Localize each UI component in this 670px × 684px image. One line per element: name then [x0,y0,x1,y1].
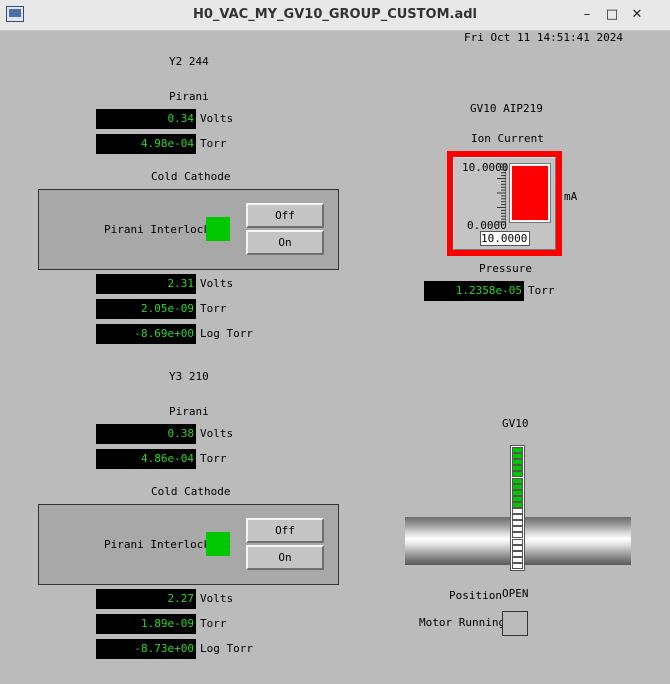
y2-pirani-label: Pirani [169,90,209,103]
ion-current-bar [512,166,548,220]
y2-interlock-panel: Pirani Interlock Off On [38,189,339,270]
y3-pirani-torr-readback: 4.86e-04 [96,449,196,469]
aip-pressure-unit: Torr [528,284,555,297]
ion-current-value-field: 10.0000 [480,231,530,246]
close-button[interactable]: ✕ [628,6,646,24]
y3-pirani-label: Pirani [169,405,209,418]
maximize-button[interactable]: □ [603,6,621,24]
position-value: OPEN [502,587,529,600]
ion-current-meter: 10.0000 0.0000 10.0000 [447,151,562,256]
y2-cold-cathode-label: Cold Cathode [151,170,231,183]
datetime-label: Fri Oct 11 14:51:41 2024 [464,31,623,44]
y2-cc-torr-readback: 2.05e-09 [96,299,196,319]
y3-pirani-volts-unit: Volts [200,427,234,440]
gate-valve-segment [512,562,523,569]
y3-interlock-off-button[interactable]: Off [246,518,324,543]
y3-cc-volts-unit: Volts [200,592,234,605]
y3-cc-torr-unit: Torr [200,617,227,630]
y2-interlock-label: Pirani Interlock [104,223,210,236]
ion-current-label: Ion Current [471,132,544,145]
ion-current-unit: mA [564,190,578,203]
title-bar: H0_VAC_MY_GV10_GROUP_CUSTOM.adl – □ ✕ [0,0,670,31]
y3-interlock-label: Pirani Interlock [104,538,210,551]
ion-current-meter-body: 10.0000 0.0000 10.0000 [453,157,556,250]
y2-pirani-volts-unit: Volts [200,112,234,125]
y3-interlock-indicator [206,532,230,556]
ion-current-bar-trough [509,163,551,223]
y3-interlock-panel: Pirani Interlock Off On [38,504,339,585]
y2-cc-logtorr-readback: -8.69e+00 [96,324,196,344]
aip-title: GV10 AIP219 [470,102,543,115]
y2-cc-volts-unit: Volts [200,277,234,290]
motor-running-indicator [502,611,528,636]
y2-pirani-torr-unit: Torr [200,137,227,150]
y2-pirani-torr-readback: 4.98e-04 [96,134,196,154]
y2-cc-torr-unit: Torr [200,302,227,315]
y2-cc-logtorr-unit: Log Torr [200,327,253,340]
position-label: Position [449,589,502,602]
y2-interlock-indicator [206,217,230,241]
y3-interlock-on-button[interactable]: On [246,545,324,570]
y3-cc-logtorr-unit: Log Torr [200,642,253,655]
y3-title: Y3 210 [169,370,209,383]
window-title: H0_VAC_MY_GV10_GROUP_CUSTOM.adl [193,7,477,22]
minimize-button[interactable]: – [578,6,596,24]
motor-running-label: Motor Running [419,616,506,629]
y3-cc-volts-readback: 2.27 [96,589,196,609]
display-canvas: Fri Oct 11 14:51:41 2024 Y2 244 Pirani 0… [4,31,666,680]
y2-title: Y2 244 [169,55,209,68]
y3-pirani-volts-readback: 0.38 [96,424,196,444]
y3-pirani-torr-unit: Torr [200,452,227,465]
gate-valve-position-stack [510,445,525,571]
y2-cc-volts-readback: 2.31 [96,274,196,294]
y2-interlock-on-button[interactable]: On [246,230,324,255]
y3-cc-torr-readback: 1.89e-09 [96,614,196,634]
y2-interlock-off-button[interactable]: Off [246,203,324,228]
y3-cold-cathode-label: Cold Cathode [151,485,231,498]
aip-pressure-readback: 1.2358e-05 [424,281,524,301]
meter-scale-ticks [497,163,506,223]
y3-cc-logtorr-readback: -8.73e+00 [96,639,196,659]
pressure-label: Pressure [479,262,532,275]
app-window: H0_VAC_MY_GV10_GROUP_CUSTOM.adl – □ ✕ Fr… [0,0,670,684]
gv10-title: GV10 [502,417,529,430]
y2-pirani-volts-readback: 0.34 [96,109,196,129]
